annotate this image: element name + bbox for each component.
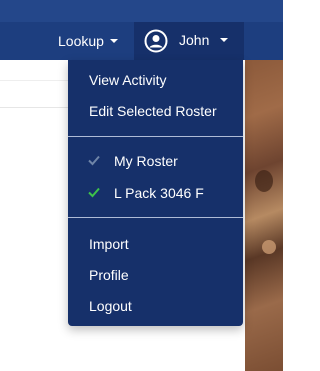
lookup-label: Lookup: [58, 33, 104, 49]
background-photo-detail: [255, 170, 273, 192]
caret-down-icon: [109, 39, 118, 43]
menu-item-roster-my-roster[interactable]: My Roster: [68, 147, 243, 175]
menu-item-label: View Activity: [89, 72, 167, 88]
background-photo-detail: [262, 240, 276, 254]
menu-divider: [68, 217, 243, 218]
background-photo: [245, 60, 283, 371]
menu-item-label: Logout: [89, 298, 132, 314]
navbar-top-strip: [0, 0, 283, 22]
menu-item-import[interactable]: Import: [68, 230, 243, 258]
lookup-menu-toggle[interactable]: Lookup: [48, 22, 128, 60]
menu-item-profile[interactable]: Profile: [68, 261, 243, 289]
check-icon: [88, 187, 100, 198]
menu-item-label: Edit Selected Roster: [89, 103, 217, 119]
menu-divider: [68, 136, 243, 137]
menu-item-view-activity[interactable]: View Activity: [68, 66, 243, 94]
user-menu-toggle[interactable]: John: [134, 22, 244, 60]
caret-down-icon: [220, 38, 228, 42]
menu-item-label: My Roster: [114, 153, 178, 169]
menu-item-label: L Pack 3046 F: [114, 185, 204, 201]
user-dropdown-menu: View Activity Edit Selected Roster My Ro…: [68, 60, 243, 326]
menu-item-label: Import: [89, 236, 129, 252]
check-icon: [88, 155, 100, 166]
page-content-panel: [0, 80, 70, 108]
menu-item-label: Profile: [89, 267, 129, 283]
user-name-label: John: [179, 32, 210, 48]
user-circle-icon: [144, 29, 168, 53]
menu-item-logout[interactable]: Logout: [68, 292, 243, 320]
menu-item-edit-selected-roster[interactable]: Edit Selected Roster: [68, 97, 243, 125]
menu-item-roster-l-pack[interactable]: L Pack 3046 F: [68, 179, 243, 207]
